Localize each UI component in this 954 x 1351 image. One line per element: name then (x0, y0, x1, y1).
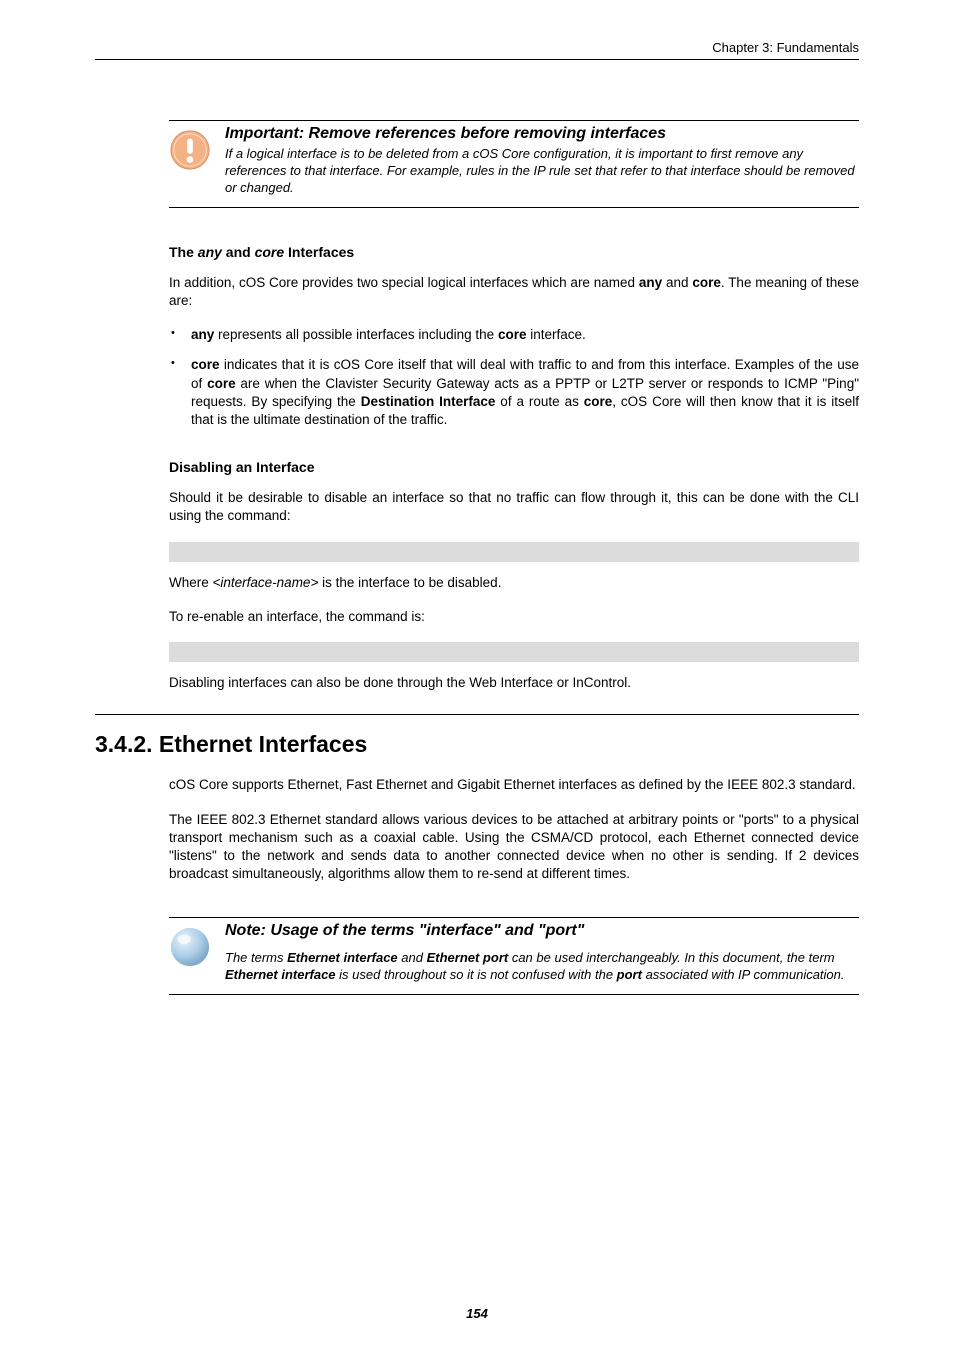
note-callout: Note: Usage of the terms "interface" and… (169, 917, 859, 995)
heading-ethernet: 3.4.2. Ethernet Interfaces (95, 731, 859, 758)
section-ethernet: cOS Core supports Ethernet, Fast Etherne… (169, 776, 859, 995)
code-block (169, 642, 859, 662)
para-disable-3: To re-enable an interface, the command i… (169, 608, 859, 626)
note-icon (169, 926, 215, 973)
list-item: core indicates that it is cOS Core itsel… (169, 356, 859, 429)
para-disable-1: Should it be desirable to disable an int… (169, 489, 859, 525)
section-divider (95, 714, 859, 715)
important-callout: Important: Remove references before remo… (169, 120, 859, 208)
page-header: Chapter 3: Fundamentals (95, 40, 859, 60)
para-intro: In addition, cOS Core provides two speci… (169, 274, 859, 310)
para-disable-2: Where <interface-name> is the interface … (169, 574, 859, 592)
bullet-list: any represents all possible interfaces i… (169, 326, 859, 429)
note-title: Note: Usage of the terms "interface" and… (225, 922, 859, 940)
important-title: Important: Remove references before remo… (225, 125, 859, 143)
chapter-label: Chapter 3: Fundamentals (712, 40, 859, 55)
para-eth-1: cOS Core supports Ethernet, Fast Etherne… (169, 776, 859, 794)
code-block (169, 542, 859, 562)
para-disable-4: Disabling interfaces can also be done th… (169, 674, 859, 692)
heading-any-core: The any and core Interfaces (169, 244, 859, 260)
heading-disabling: Disabling an Interface (169, 459, 859, 475)
important-icon (169, 129, 215, 176)
para-eth-2: The IEEE 802.3 Ethernet standard allows … (169, 811, 859, 884)
section-any-core: The any and core Interfaces In addition,… (169, 244, 859, 693)
page-number: 154 (0, 1306, 954, 1321)
important-text: If a logical interface is to be deleted … (225, 146, 859, 197)
note-text: The terms Ethernet interface and Etherne… (225, 950, 859, 984)
list-item: any represents all possible interfaces i… (169, 326, 859, 344)
